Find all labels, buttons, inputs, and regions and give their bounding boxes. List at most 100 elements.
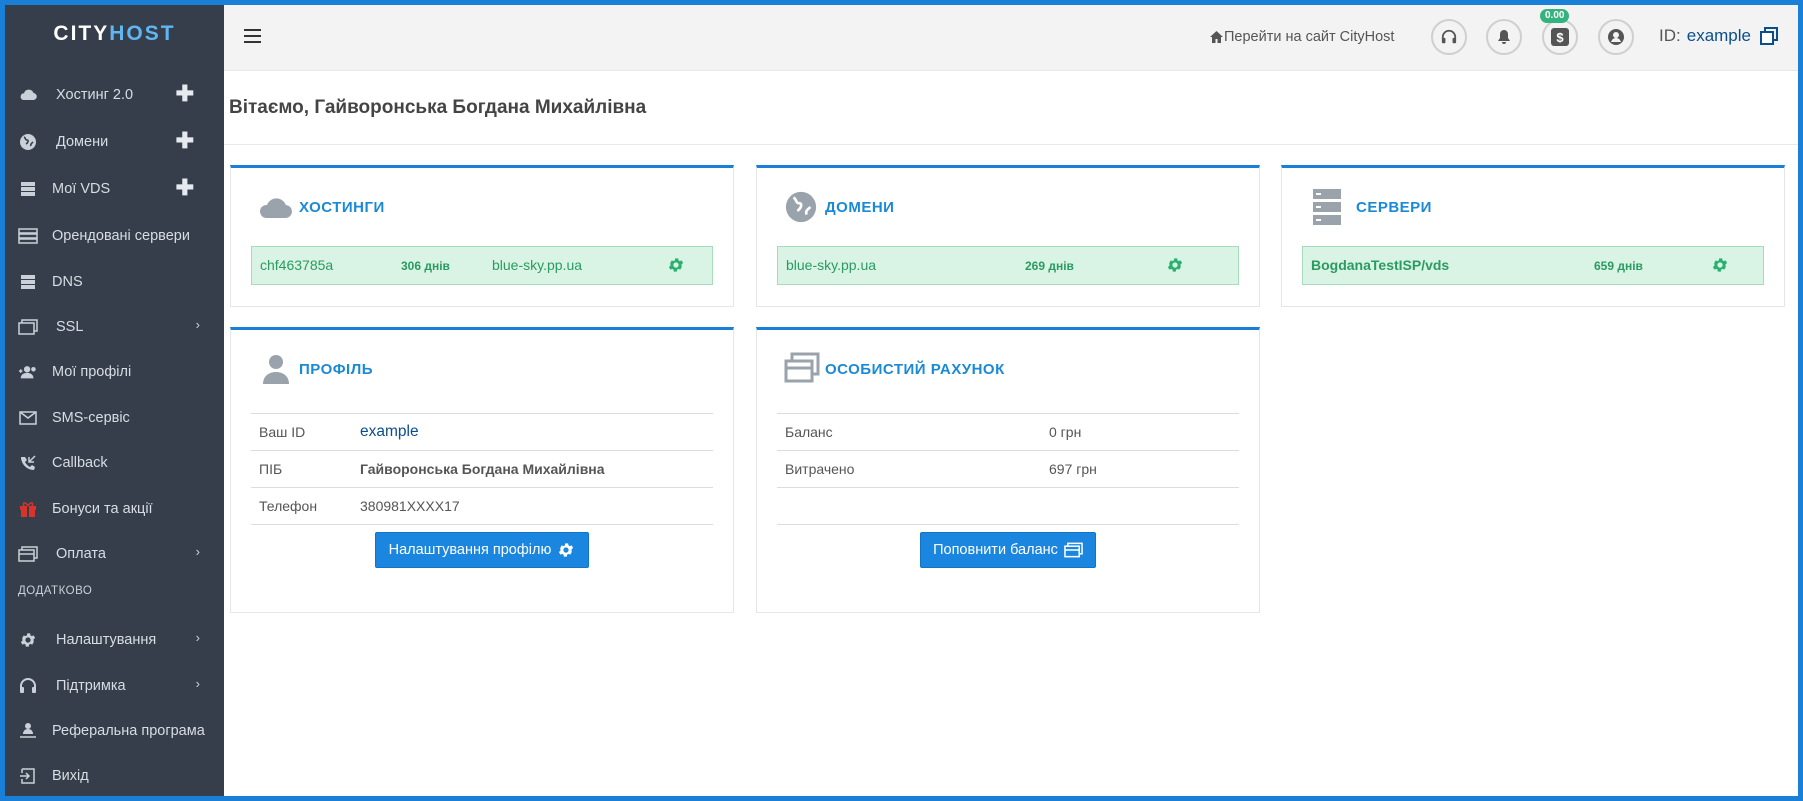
sidebar-item-domains[interactable]: Домени ✚ (5, 122, 224, 162)
headset-icon (1441, 29, 1457, 44)
table-row: Ваш ID example (251, 413, 713, 451)
sidebar-item-hosting[interactable]: Хостинг 2.0 ✚ (5, 75, 224, 115)
sidebar-item-logout[interactable]: Вихід (5, 756, 224, 796)
divider (224, 144, 1798, 145)
sidebar-item-dns[interactable]: DNS (5, 262, 224, 302)
gift-icon (18, 500, 38, 518)
row-label: Ваш ID (251, 413, 352, 451)
sidebar-item-label: Мої VDS (52, 181, 111, 197)
sidebar-item-label: Мої профілі (52, 364, 132, 380)
hosting-name[interactable]: chf463785a (260, 257, 333, 273)
sidebar-item-support[interactable]: Підтримка › (5, 666, 224, 706)
account-button[interactable] (1598, 19, 1634, 55)
row-value: example (352, 413, 713, 451)
sidebar-item-label: Орендовані сервери (52, 228, 190, 244)
headset-icon (18, 677, 38, 695)
referral-icon (18, 722, 38, 740)
add-vds-icon[interactable]: ✚ (176, 177, 194, 199)
domain-name[interactable]: blue-sky.pp.ua (786, 257, 876, 273)
chevron-right-icon: › (195, 676, 200, 691)
page-title: Вітаємо, Гайворонська Богдана Михайлівна (229, 97, 647, 118)
account-title: ОСОБИСТИЙ РАХУНОК (825, 361, 1005, 378)
row-value: 0 грн (1041, 413, 1239, 451)
server-name[interactable]: BogdanaTestISP/vds (1311, 257, 1449, 273)
sidebar-item-label: Callback (52, 455, 108, 471)
sidebar-item-profiles[interactable]: Мої профілі (5, 352, 224, 392)
gear-icon[interactable] (667, 256, 685, 277)
sidebar-item-label: Хостинг 2.0 (56, 87, 134, 103)
user-id-display: ID: example (1659, 26, 1778, 46)
sidebar-item-label: Налаштування (56, 632, 157, 648)
hosting-domain[interactable]: blue-sky.pp.ua (492, 257, 582, 273)
support-button[interactable] (1431, 19, 1467, 55)
table-row: ПІБ Гайворонська Богдана Михайлівна (251, 450, 713, 488)
row-label: Витрачено (777, 450, 1041, 488)
balance-badge: 0.00 (1540, 9, 1570, 23)
cloud-icon (18, 86, 38, 104)
callback-icon (18, 454, 38, 472)
sidebar-item-label: DNS (52, 274, 83, 290)
sidebar-item-settings[interactable]: Налаштування › (5, 620, 224, 660)
sidebar-item-callback[interactable]: Callback (5, 443, 224, 483)
domains-title: ДОМЕНИ (825, 199, 895, 216)
profile-card: ПРОФІЛЬ Ваш ID example ПІБ Гайворонська … (230, 327, 734, 613)
servers-icon (18, 227, 38, 245)
profile-title: ПРОФІЛЬ (299, 361, 374, 378)
sidebar-item-vds[interactable]: Мої VDS ✚ (5, 169, 224, 209)
sidebar-item-sms[interactable]: SMS-сервіс (5, 398, 224, 438)
profile-settings-button[interactable]: Налаштування профілю (375, 532, 589, 568)
gear-icon[interactable] (1711, 256, 1729, 277)
ssl-icon (18, 318, 38, 336)
logo[interactable]: CITY HOST (5, 5, 224, 63)
hosting-title: ХОСТИНГИ (299, 199, 385, 216)
row-value: Гайворонська Богдана Михайлівна (352, 450, 713, 488)
home-icon (1210, 31, 1223, 43)
sidebar-item-rented-servers[interactable]: Орендовані сервери (5, 216, 224, 256)
server-row[interactable]: BogdanaTestISP/vds 659 днів (1302, 246, 1764, 285)
server-icon (1312, 188, 1342, 231)
payment-icon (18, 545, 38, 563)
hosting-card: ХОСТИНГИ chf463785a 306 днів blue-sky.pp… (230, 165, 734, 307)
sidebar-item-label: Бонуси та акції (52, 501, 153, 517)
gear-icon[interactable] (1166, 256, 1184, 277)
servers-card: СЕРВЕРИ BogdanaTestISP/vds 659 днів (1281, 165, 1785, 307)
mail-icon (18, 409, 38, 427)
globe-icon (784, 190, 818, 229)
hosting-days: 306 днів (401, 259, 450, 273)
hosting-row[interactable]: chf463785a 306 днів blue-sky.pp.ua (251, 246, 713, 285)
goto-site-link[interactable]: Перейти на сайт CityHost (1209, 29, 1394, 45)
sidebar-item-referral[interactable]: Реферальна програма (5, 711, 224, 751)
balance-button[interactable]: $ (1542, 19, 1578, 55)
add-domain-icon[interactable]: ✚ (176, 130, 194, 152)
domains-card: ДОМЕНИ blue-sky.pp.ua 269 днів (756, 165, 1260, 307)
sidebar-item-ssl[interactable]: SSL › (5, 307, 224, 347)
profile-table: Ваш ID example ПІБ Гайворонська Богдана … (251, 413, 713, 525)
notifications-button[interactable] (1486, 19, 1522, 55)
domain-row[interactable]: blue-sky.pp.ua 269 днів (777, 246, 1239, 285)
gear-icon (18, 631, 38, 649)
servers-title: СЕРВЕРИ (1356, 199, 1432, 216)
sidebar-item-label: Домени (56, 134, 109, 150)
server-icon (18, 180, 38, 198)
sidebar: CITY HOST Хостинг 2.0 ✚ Домени ✚ Мої VDS … (5, 5, 224, 796)
sidebar-item-bonuses[interactable]: Бонуси та акції (5, 489, 224, 529)
copy-icon[interactable] (1760, 27, 1778, 45)
sidebar-item-payment[interactable]: Оплата › (5, 534, 224, 574)
add-hosting-icon[interactable]: ✚ (176, 83, 194, 105)
sidebar-item-label: Вихід (52, 768, 89, 784)
bell-icon (1498, 30, 1510, 44)
top-up-balance-button[interactable]: Поповнити баланс (920, 532, 1096, 568)
row-label: Баланс (777, 413, 1041, 451)
user-icon (263, 354, 289, 389)
menu-toggle-icon[interactable] (244, 29, 261, 43)
table-row: Телефон 380981XXXX17 (251, 487, 713, 525)
row-value: 697 грн (1041, 450, 1239, 488)
account-table: Баланс 0 грн Витрачено 697 грн (777, 413, 1239, 525)
profiles-icon (18, 363, 38, 381)
chevron-right-icon: › (195, 544, 200, 559)
chevron-right-icon: › (195, 317, 200, 332)
row-label (777, 487, 1041, 525)
server-days: 659 днів (1594, 259, 1643, 273)
domain-days: 269 днів (1025, 259, 1074, 273)
section-label-extra: ДОДАТКОВО (18, 585, 93, 597)
